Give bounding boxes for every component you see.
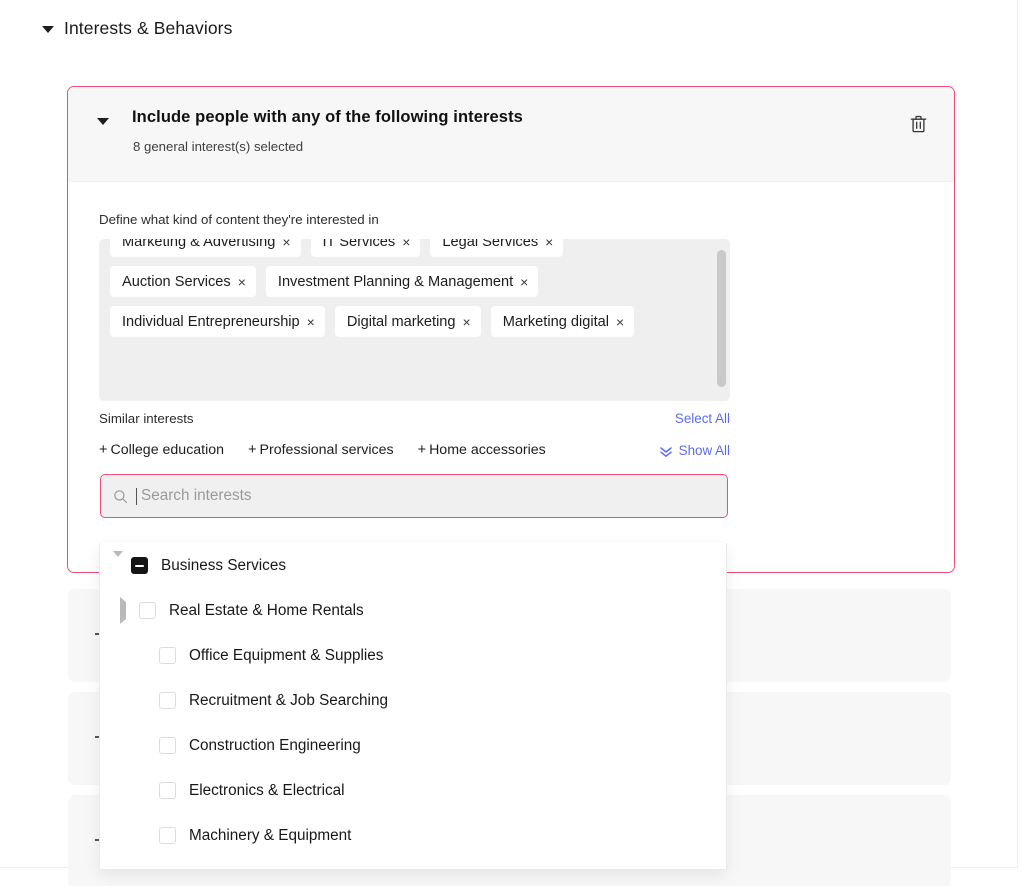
interest-tag-label: Individual Entrepreneurship xyxy=(122,313,300,330)
item-checkbox[interactable] xyxy=(159,782,176,799)
dropdown-group-business-services[interactable]: Business Services xyxy=(100,543,726,588)
dropdown-list-item[interactable]: Real Estate & Home Rentals xyxy=(100,588,726,633)
item-checkbox[interactable] xyxy=(159,827,176,844)
define-content-label: Define what kind of content they're inte… xyxy=(99,212,379,227)
item-checkbox[interactable] xyxy=(139,602,156,619)
item-checkbox[interactable] xyxy=(159,647,176,664)
dropdown-list-item[interactable]: Recruitment & Job Searching xyxy=(100,678,726,723)
suggested-interest-label: Home accessories xyxy=(429,442,546,458)
filter-card-header: Include people with any of the following… xyxy=(68,87,954,182)
caret-down-icon xyxy=(42,26,54,33)
close-icon[interactable]: × xyxy=(463,315,471,329)
double-chevron-down-icon xyxy=(659,446,672,457)
show-all-button[interactable]: Show All xyxy=(659,443,730,458)
similar-interests-suggestions: + College education + Professional services… xyxy=(99,442,730,458)
item-checkbox[interactable] xyxy=(159,737,176,754)
dropdown-item-label: Construction Engineering xyxy=(189,736,361,754)
delete-filter-button[interactable] xyxy=(905,111,931,137)
select-all-link[interactable]: Select All xyxy=(675,411,730,426)
dropdown-item-list: Real Estate & Home Rentals Office Equipme… xyxy=(100,588,726,858)
interests-dropdown-panel[interactable]: Business Services Real Estate & Home Ren… xyxy=(99,543,727,870)
search-icon xyxy=(114,489,127,503)
search-input[interactable]: Search interests xyxy=(141,487,252,505)
close-icon[interactable]: × xyxy=(520,275,528,289)
section-header-interests-behaviors[interactable]: Interests & Behaviors xyxy=(42,18,232,39)
selected-interests-list: Marketing & Advertising × IT Services × Lega… xyxy=(110,239,710,337)
suggested-interest-label: Professional services xyxy=(259,442,394,458)
screen: Interests & Behaviors Include people wit… xyxy=(0,0,1024,886)
trash-icon xyxy=(910,115,926,133)
interest-tag-label: Marketing & Advertising xyxy=(122,239,276,250)
interest-tag: IT Services × xyxy=(310,239,421,257)
suggested-interest-chip[interactable]: + College education xyxy=(99,442,224,458)
dropdown-list-item[interactable]: Construction Engineering xyxy=(100,723,726,768)
dropdown-item-label: Real Estate & Home Rentals xyxy=(169,601,364,619)
close-icon[interactable]: × xyxy=(307,315,315,329)
caret-right-icon[interactable] xyxy=(120,596,132,624)
interest-tag-label: Marketing digital xyxy=(502,313,609,330)
group-checkbox[interactable] xyxy=(131,557,148,574)
interest-tag: Marketing digital × xyxy=(490,306,635,337)
dropdown-list-item[interactable]: Office Equipment & Supplies xyxy=(100,633,726,678)
suggested-interest-chip[interactable]: + Home accessories xyxy=(418,442,546,458)
interest-tag-label: IT Services xyxy=(322,239,396,250)
close-icon[interactable]: × xyxy=(238,275,246,289)
interest-tag: Individual Entrepreneurship × xyxy=(110,306,325,337)
dropdown-list-item[interactable]: Electronics & Electrical xyxy=(100,768,726,813)
dropdown-item-label: Recruitment & Job Searching xyxy=(189,691,388,709)
interest-tag: Legal Services × xyxy=(430,239,564,257)
item-checkbox[interactable] xyxy=(159,692,176,709)
caret-down-icon[interactable] xyxy=(97,118,109,125)
dropdown-item-label: Office Equipment & Supplies xyxy=(189,646,384,664)
similar-interests-label: Similar interests xyxy=(99,411,194,426)
selected-interests-box: Marketing & Advertising × IT Services × Lega… xyxy=(99,239,730,401)
dropdown-group-label: Business Services xyxy=(161,556,286,574)
dropdown-item-label: Machinery & Equipment xyxy=(189,826,352,844)
similar-interests-header: Similar interests Select All xyxy=(99,411,730,426)
plus-icon: + xyxy=(99,442,108,458)
text-cursor xyxy=(136,487,137,505)
page-title: Interests & Behaviors xyxy=(64,18,233,38)
interest-tag-label: Investment Planning & Management xyxy=(277,273,514,290)
close-icon[interactable]: × xyxy=(616,315,624,329)
interest-tag-label: Digital marketing xyxy=(346,313,456,330)
plus-icon: + xyxy=(248,442,257,458)
interest-tag-label: Legal Services xyxy=(442,239,539,250)
interest-tag-label: Auction Services xyxy=(122,273,231,290)
caret-down-icon[interactable] xyxy=(113,550,125,575)
show-all-label: Show All xyxy=(678,443,730,458)
interest-tag: Digital marketing × xyxy=(334,306,481,337)
interest-tag: Investment Planning & Management × xyxy=(265,266,539,297)
close-icon[interactable]: × xyxy=(282,239,290,249)
filter-card-title: Include people with any of the following… xyxy=(132,108,523,126)
close-icon[interactable]: × xyxy=(402,239,410,249)
interest-filter-card: Include people with any of the following… xyxy=(67,86,955,573)
suggested-interest-label: College education xyxy=(110,442,225,458)
interest-tag: Marketing & Advertising × xyxy=(110,239,301,257)
dropdown-item-label: Electronics & Electrical xyxy=(189,781,345,799)
suggested-interest-chip[interactable]: + Professional services xyxy=(248,442,394,458)
filter-card-subtitle: 8 general interest(s) selected xyxy=(133,139,304,154)
plus-icon: + xyxy=(417,442,427,458)
interest-tag: Auction Services × xyxy=(110,266,256,297)
search-interests-field[interactable]: Search interests xyxy=(100,474,728,518)
tag-scrollbar-thumb[interactable] xyxy=(717,250,726,387)
close-icon[interactable]: × xyxy=(545,239,553,249)
dropdown-list-item[interactable]: Machinery & Equipment xyxy=(100,813,726,858)
